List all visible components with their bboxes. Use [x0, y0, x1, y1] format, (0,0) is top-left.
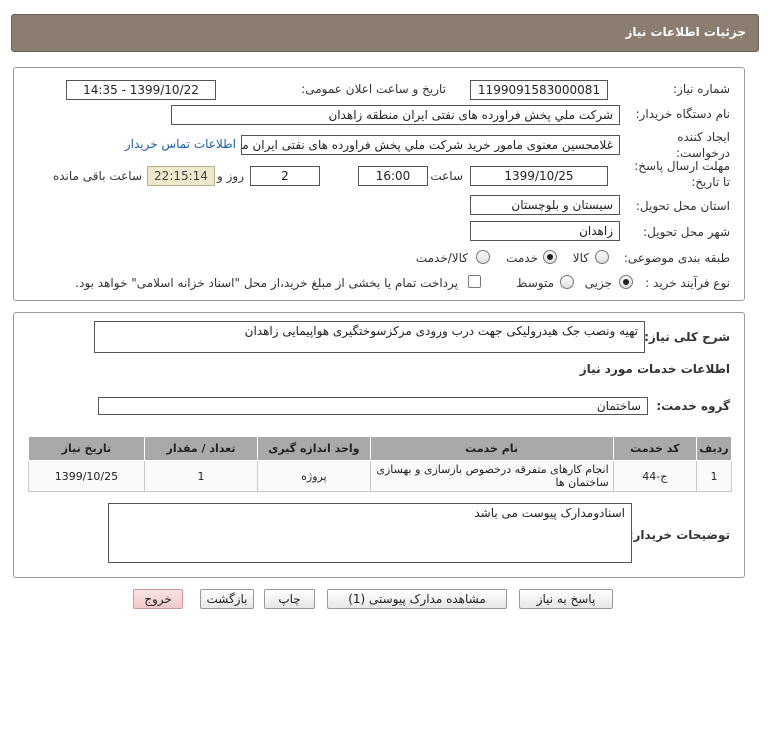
category-radio-goods-service[interactable]	[476, 250, 490, 264]
category-radio-goods[interactable]	[595, 250, 609, 264]
category-option-goods: کالا	[572, 251, 589, 265]
need-number-field: 1199091583000081	[470, 80, 608, 100]
deadline-label: مهلت ارسال پاسخ:	[634, 159, 730, 173]
deadline-date-field: 1399/10/25	[470, 166, 608, 186]
description-label: شرح کلی نیاز:	[644, 330, 730, 344]
back-button[interactable]: بازگشت	[200, 589, 254, 609]
cell-service-code: ج-44	[612, 460, 698, 492]
days-field: 2	[250, 166, 320, 186]
treasury-payment-note: پرداخت تمام یا بخشی از مبلغ خرید،از محل …	[75, 276, 458, 290]
buyer-notes-field: اسنادومدارک پیوست می باشد	[108, 503, 632, 563]
print-button[interactable]: چاپ	[264, 589, 315, 609]
category-label: طبقه بندی موضوعی:	[623, 251, 730, 265]
process-option-medium: متوسط	[516, 276, 554, 290]
remaining-time-field: 22:15:14	[147, 166, 215, 186]
creator-label-2: درخواست:	[676, 146, 730, 160]
col-service-name: نام خدمت	[369, 436, 614, 461]
service-group-field: ساختمان	[98, 397, 648, 415]
process-label: نوع فرآیند خرید :	[645, 276, 730, 290]
category-radio-service[interactable]	[543, 250, 557, 264]
col-need-date: تاریخ نیاز	[28, 436, 145, 461]
cell-row: 1	[696, 460, 732, 492]
creator-field: غلامحسین معنوی مامور خرید شرکت ملي پخش ف…	[241, 135, 620, 155]
remaining-label: ساعت باقی مانده	[52, 169, 142, 183]
col-service-code: کد خدمت	[612, 436, 698, 461]
exit-button[interactable]: خروج	[133, 589, 183, 609]
col-quantity: تعداد / مقدار	[143, 436, 259, 461]
buyer-notes-label: توضیحات خریدار:	[628, 528, 730, 542]
cell-quantity: 1	[143, 460, 259, 492]
buyer-org-field: شرکت ملي پخش فراورده های نفتی ایران منطق…	[171, 105, 620, 125]
process-option-minor: جزیی	[584, 276, 612, 290]
city-label: شهر محل تحویل:	[643, 225, 730, 239]
table-row: 1 ج-44 انجام کارهای متفرقه درخصوص بازساز…	[28, 460, 732, 492]
need-number-label: شماره نیاز:	[673, 82, 730, 96]
reply-button[interactable]: پاسخ به نیاز	[519, 589, 613, 609]
announce-label: تاریخ و ساعت اعلان عمومی:	[301, 82, 446, 96]
category-option-service: خدمت	[506, 251, 538, 265]
time-label: ساعت	[430, 169, 463, 183]
col-row: ردیف	[696, 436, 732, 461]
buyer-org-label: نام دستگاه خریدار:	[635, 107, 731, 121]
creator-label: ایجاد کننده	[677, 130, 730, 144]
page-header: جزئیات اطلاعات نیاز	[11, 14, 759, 52]
cell-need-date: 1399/10/25	[28, 460, 145, 492]
view-attachments-button[interactable]: مشاهده مدارک پیوستی (1)	[327, 589, 507, 609]
province-label: استان محل تحویل:	[635, 199, 730, 213]
buyer-contact-link[interactable]: اطلاعات تماس خریدار	[125, 137, 236, 151]
days-label: روز و	[217, 169, 244, 183]
services-heading: اطلاعات خدمات مورد نیاز	[579, 362, 730, 376]
category-option-goods-service: کالا/خدمت	[415, 251, 468, 265]
deadline-label-2: تا تاریخ:	[691, 175, 730, 189]
process-radio-medium[interactable]	[560, 275, 574, 289]
service-group-label: گروه خدمت:	[656, 399, 730, 413]
deadline-time-field: 16:00	[358, 166, 428, 186]
city-field: زاهدان	[470, 221, 620, 241]
table-header-row: ردیف کد خدمت نام خدمت واحد اندازه گیری ت…	[28, 436, 732, 461]
province-field: سیستان و بلوچستان	[470, 195, 620, 215]
cell-unit: پروژه	[257, 460, 371, 492]
page-title: جزئیات اطلاعات نیاز	[625, 25, 746, 39]
services-table: ردیف کد خدمت نام خدمت واحد اندازه گیری ت…	[28, 436, 732, 492]
announce-field: 1399/10/22 - 14:35	[66, 80, 216, 100]
cell-service-name: انجام کارهای متفرقه درخصوص بازسازی و بهس…	[369, 460, 614, 492]
description-field: تهیه ونصب جک هیدرولیکی جهت درب ورودی مرک…	[94, 321, 645, 353]
treasury-payment-checkbox[interactable]	[468, 275, 481, 288]
process-radio-minor[interactable]	[619, 275, 633, 289]
col-unit: واحد اندازه گیری	[257, 436, 371, 461]
